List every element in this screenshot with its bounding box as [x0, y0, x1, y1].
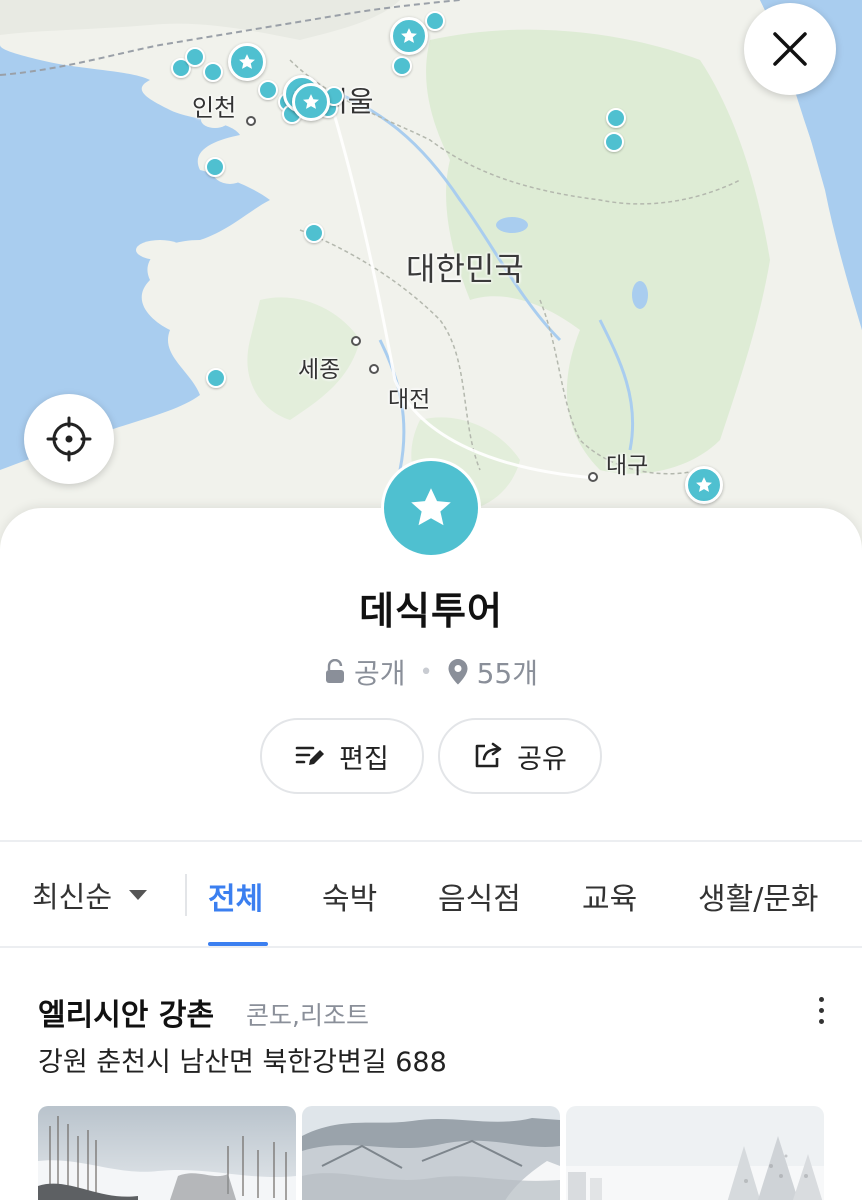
edit-button[interactable]: 편집	[260, 718, 424, 794]
map-label-daegu: 대구	[606, 453, 649, 479]
list-item[interactable]: 엘리시안 강촌 콘도,리조트 강원 춘천시 남산면 북한강변길 688	[0, 960, 862, 1200]
star-icon	[239, 54, 255, 69]
share-icon	[475, 742, 502, 768]
folder-actions: 편집 공유	[260, 718, 602, 794]
folder-meta: 공개 • 55개	[0, 652, 862, 692]
tab-education[interactable]: 교육	[582, 874, 637, 918]
share-label: 공유	[517, 743, 567, 775]
place-pin[interactable]	[185, 47, 205, 67]
visibility-label: 공개	[354, 657, 406, 690]
place-pin[interactable]	[304, 223, 324, 243]
tab-lodging[interactable]: 숙박	[322, 874, 377, 918]
star-icon	[303, 94, 319, 109]
place-category: 콘도,리조트	[246, 1001, 369, 1030]
folder-title: 데식투어	[359, 589, 503, 633]
city-marker	[369, 364, 379, 374]
snowy-trees-image	[566, 1106, 824, 1200]
tab-separator	[185, 874, 187, 916]
place-pin[interactable]	[205, 157, 225, 177]
folder-badge	[381, 458, 481, 558]
place-pin[interactable]	[604, 132, 624, 152]
meta-separator: •	[419, 659, 433, 685]
place-photo[interactable]	[566, 1106, 824, 1200]
more-options-button[interactable]	[806, 990, 836, 1030]
place-pin[interactable]	[203, 62, 223, 82]
favorite-pin[interactable]	[685, 466, 723, 504]
place-address: 강원 춘천시 남산면 북한강변길 688	[38, 1047, 447, 1078]
crosshair-icon	[46, 416, 92, 462]
category-tabs: 최신순 전체 숙박 음식점 교육 생활/문화	[0, 844, 862, 948]
favorite-pin[interactable]	[390, 17, 428, 55]
place-count: 55개	[476, 657, 538, 690]
place-pin[interactable]	[425, 11, 445, 31]
edit-label: 편집	[339, 743, 389, 775]
map-label-sejong: 세종	[298, 357, 341, 383]
sort-label: 최신순	[32, 880, 113, 914]
location-pin-icon	[448, 659, 468, 685]
place-pin[interactable]	[206, 368, 226, 388]
map-label-daejeon: 대전	[388, 387, 431, 413]
more-dot	[818, 1007, 824, 1013]
tabs-divider	[0, 946, 862, 948]
lock-icon	[326, 659, 345, 683]
more-vertical-icon	[818, 996, 824, 1002]
city-marker	[246, 116, 256, 126]
edit-icon	[295, 746, 325, 765]
map-label-country: 대한민국	[406, 250, 524, 288]
snowy-forest-image	[38, 1106, 296, 1200]
share-button[interactable]: 공유	[438, 718, 602, 794]
map-label-incheon: 인천	[192, 94, 237, 122]
tab-restaurant[interactable]: 음식점	[438, 874, 521, 918]
caret-down-icon	[129, 890, 148, 900]
sort-dropdown[interactable]: 최신순	[32, 874, 148, 916]
current-location-button[interactable]	[24, 394, 114, 484]
favorite-pin[interactable]	[228, 43, 266, 81]
close-icon	[773, 32, 807, 66]
more-dot	[818, 1018, 824, 1024]
place-pin[interactable]	[258, 80, 278, 100]
star-icon	[696, 477, 712, 492]
city-marker	[351, 336, 361, 346]
photo-strip	[38, 1106, 824, 1200]
place-photo[interactable]	[38, 1106, 296, 1200]
place-photo[interactable]	[302, 1106, 560, 1200]
city-marker	[588, 472, 598, 482]
section-divider	[0, 840, 862, 842]
place-pin[interactable]	[392, 56, 412, 76]
favorite-pin[interactable]	[292, 83, 330, 121]
place-pin[interactable]	[606, 108, 626, 128]
tab-life-culture[interactable]: 생활/문화	[698, 874, 819, 918]
close-button[interactable]	[744, 3, 836, 95]
snowy-mountain-image	[302, 1106, 560, 1200]
place-name[interactable]: 엘리시안 강촌	[38, 990, 214, 1034]
star-icon	[411, 488, 451, 526]
tab-all[interactable]: 전체	[208, 874, 263, 918]
star-icon	[401, 28, 417, 43]
